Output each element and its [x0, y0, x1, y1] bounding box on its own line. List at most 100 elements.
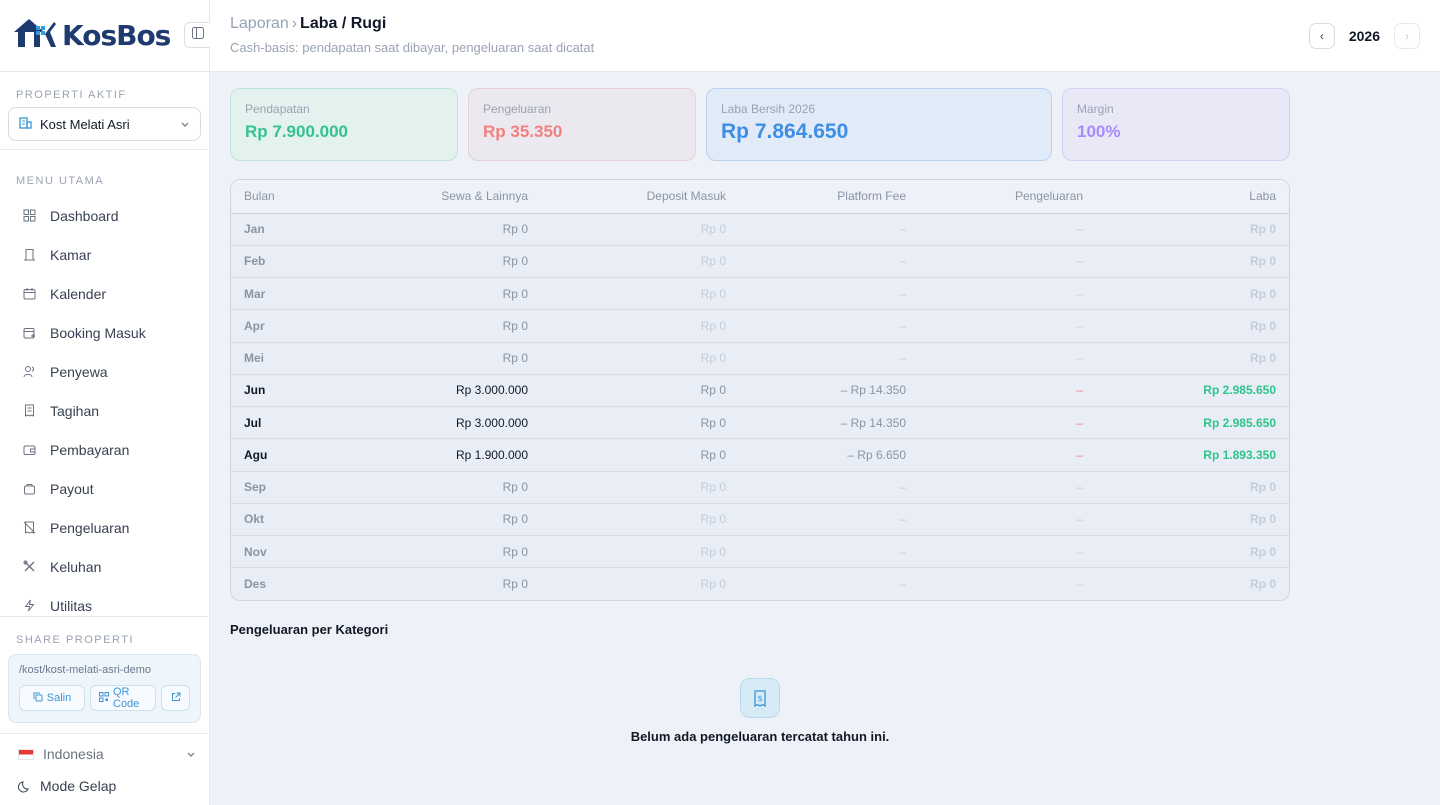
sidebar-item-label: Keluhan: [50, 558, 102, 575]
prev-year-button[interactable]: ‹: [1308, 23, 1335, 49]
table-cell-peng: –: [919, 471, 1096, 504]
calendar-icon: [22, 287, 36, 301]
table-cell-sewa: Rp 1.900.000: [341, 438, 541, 472]
table-cell-fee: –: [739, 342, 919, 375]
table-cell-deposit: Rp 0: [700, 577, 726, 592]
table-cell-fee: –: [739, 535, 919, 569]
table-cell-fee: –: [739, 277, 919, 311]
table-cell-month: Jan: [231, 213, 341, 246]
table-cell-sewa: Rp 0: [341, 309, 541, 343]
table-cell-deposit: Rp 0: [541, 406, 739, 440]
table-row: Jan Rp 0 Rp 0– – Rp 0: [231, 213, 1289, 246]
users-icon: [22, 365, 36, 379]
sidebar-item-label: Utilitas: [50, 597, 93, 614]
table-cell-laba: Rp 0: [1096, 245, 1289, 279]
table-cell-sewa: Rp 0: [341, 471, 541, 504]
sidebar-item-label: Booking Masuk: [50, 324, 146, 341]
house-key-icon: [12, 16, 60, 55]
table-cell-fee: –: [739, 309, 919, 343]
table-cell-deposit: Rp 0: [541, 245, 739, 279]
sidebar-collapse-button[interactable]: [184, 22, 210, 48]
table-cell-deposit: Rp 0: [541, 503, 739, 537]
table-cell-fee: – Rp 14.350: [739, 406, 919, 440]
share-box: /kost/kost-melati-asri-demo Salin QR Cod…: [8, 654, 201, 723]
sidebar-item-label: Dashboard: [50, 207, 119, 224]
sidebar-item-label: Kalender: [50, 285, 107, 302]
external-link-icon: [171, 692, 181, 705]
table-cell-deposit: Rp 0: [541, 342, 739, 375]
table-cell-sewa: Rp 3.000.000: [341, 406, 541, 440]
language-select[interactable]: Indonesia: [18, 742, 196, 766]
table-cell-peng: –: [919, 309, 1096, 343]
sidebar-divider: [0, 149, 210, 150]
logo[interactable]: KosBos: [12, 16, 171, 55]
table-row: Mei Rp 0 Rp 0– – Rp 0: [231, 342, 1289, 375]
sidebar-item-kalender[interactable]: Kalender: [0, 274, 210, 313]
share-section-label: SHARE PROPERTI: [16, 634, 134, 646]
table-cell-month: Nov: [231, 535, 341, 569]
column-header: Sewa & Lainnya: [341, 180, 541, 214]
year-label: 2026: [1348, 28, 1380, 44]
sidebar-item-keluhan[interactable]: Keluhan: [0, 547, 210, 586]
table-cell-sewa: Rp 0: [341, 503, 541, 537]
sidebar-item-dashboard[interactable]: Dashboard: [0, 196, 210, 235]
table-cell-laba: Rp 2.985.650: [1096, 406, 1289, 440]
stat-value: Rp 7.864.650: [721, 120, 849, 143]
sidebar-item-payout[interactable]: Payout: [0, 469, 210, 508]
table-cell-fee: –: [899, 577, 906, 592]
table-cell-peng: –: [919, 245, 1096, 279]
table-cell-laba: Rp 0: [1096, 471, 1289, 504]
share-actions: Salin QR Code: [19, 685, 190, 711]
table-cell-month: Okt: [231, 503, 341, 537]
sidebar-item-tagihan[interactable]: Tagihan: [0, 391, 210, 430]
qr-code-button[interactable]: QR Code: [90, 685, 156, 711]
table-cell-month: Des: [244, 577, 267, 592]
sidebar-item-label: Payout: [50, 480, 94, 497]
bag-icon: [22, 482, 36, 496]
table-cell-month: Jun: [231, 374, 341, 408]
table-cell-peng: –: [919, 535, 1096, 569]
sidebar-item-utilitas[interactable]: Utilitas: [0, 586, 210, 625]
table-cell-laba: Rp 0: [1096, 277, 1289, 311]
category-section-title: Pengeluaran per Kategori: [230, 622, 389, 637]
sidebar-item-label: Pembayaran: [50, 441, 130, 458]
table-cell-laba: Rp 0: [1096, 213, 1289, 246]
table-header-row: Bulan Sewa & Lainnya Deposit Masuk Platf…: [231, 180, 1289, 214]
next-year-button[interactable]: ›: [1394, 23, 1420, 49]
sidebar-item-kamar[interactable]: Kamar: [0, 235, 210, 274]
language-label: Indonesia: [43, 746, 104, 762]
chevron-down-icon: [186, 746, 196, 762]
profit-loss-table: Bulan Sewa & Lainnya Deposit Masuk Platf…: [230, 179, 1290, 601]
table-cell-fee: –: [739, 471, 919, 504]
sidebar-item-booking-masuk[interactable]: Booking Masuk: [0, 313, 210, 352]
table-cell-laba: Rp 0: [1096, 309, 1289, 343]
sidebar-item-pengeluaran[interactable]: Pengeluaran: [0, 508, 210, 547]
share-url: /kost/kost-melati-asri-demo: [19, 664, 152, 676]
table-cell-peng: –: [919, 277, 1096, 311]
table-cell-sewa: Rp 0: [502, 577, 528, 592]
chevron-down-icon: [180, 117, 190, 132]
table-cell-peng: –: [919, 406, 1096, 440]
sidebar-item-penyewa[interactable]: Penyewa: [0, 352, 210, 391]
sidebar-item-label: Penyewa: [50, 363, 108, 380]
empty-state-text: Belum ada pengeluaran tercatat tahun ini…: [630, 729, 890, 744]
sidebar-item-pembayaran[interactable]: Pembayaran: [0, 430, 210, 469]
property-select[interactable]: Kost Melati Asri: [8, 107, 201, 141]
breadcrumb-parent[interactable]: Laporan: [230, 15, 289, 32]
table-cell-peng: –: [919, 213, 1096, 246]
table-cell-fee: –: [739, 503, 919, 537]
copy-link-button[interactable]: Salin: [19, 685, 85, 711]
open-external-button[interactable]: [161, 685, 190, 711]
grid-icon: [22, 209, 36, 223]
table-cell-sewa: Rp 0: [341, 342, 541, 375]
qr-code-label: QR Code: [113, 686, 140, 710]
tools-icon: [22, 560, 36, 574]
page-header: Laporan › Laba / Rugi Cash-basis: pendapat…: [210, 0, 1440, 72]
property-section-label: PROPERTI AKTIF: [16, 89, 127, 101]
table-row: Nov Rp 0 Rp 0– – Rp 0: [231, 535, 1289, 569]
dark-mode-toggle[interactable]: Mode Gelap: [18, 778, 116, 794]
stat-label: Pendapatan: [245, 102, 310, 116]
table-cell-month: Apr: [231, 309, 341, 343]
door-icon: [22, 248, 36, 262]
table-cell-laba: Rp 2.985.650: [1096, 374, 1289, 408]
